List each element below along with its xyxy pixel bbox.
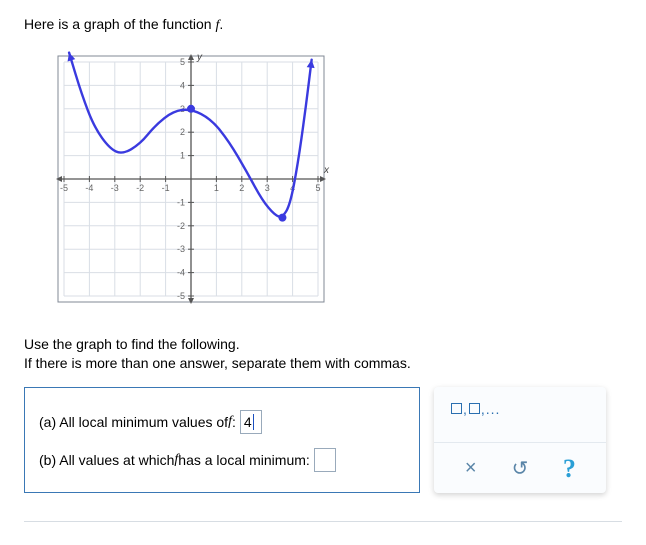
answer-b-input[interactable] xyxy=(314,448,336,472)
svg-text:-2: -2 xyxy=(177,221,185,231)
intro-text: Here is a graph of the function f. xyxy=(24,16,622,34)
placeholder-box-icon xyxy=(451,403,462,414)
comma-hint: ,... xyxy=(481,401,501,417)
question-b: (b) All values at which f has a local mi… xyxy=(39,448,405,472)
intro-prefix: Here is a graph of the function xyxy=(24,16,215,32)
svg-text:x: x xyxy=(323,165,330,176)
answer-a-input[interactable]: 4 xyxy=(240,410,262,434)
svg-text:-3: -3 xyxy=(177,244,185,254)
svg-text:3: 3 xyxy=(265,183,270,193)
svg-text:-2: -2 xyxy=(136,183,144,193)
qa-b-suffix: has a local minimum: xyxy=(178,452,310,468)
svg-text:-5: -5 xyxy=(177,291,185,301)
intro-suffix: . xyxy=(219,16,223,32)
svg-text:-5: -5 xyxy=(60,183,68,193)
x-icon: × xyxy=(465,457,477,480)
qa-b-prefix: (b) All values at which xyxy=(39,452,174,468)
svg-text:1: 1 xyxy=(180,151,185,161)
instructions: Use the graph to find the following. If … xyxy=(24,335,622,373)
instructions-line2: If there is more than one answer, separa… xyxy=(24,354,622,373)
svg-text:2: 2 xyxy=(239,183,244,193)
svg-text:-1: -1 xyxy=(177,197,185,207)
svg-text:5: 5 xyxy=(315,183,320,193)
instructions-line1: Use the graph to find the following. xyxy=(24,335,622,354)
svg-text:2: 2 xyxy=(180,127,185,137)
qa-a-prefix: (a) All local minimum values of xyxy=(39,414,228,430)
svg-text:-4: -4 xyxy=(177,268,185,278)
tool-panel: ,,... × ↺ ? xyxy=(434,387,606,493)
help-button[interactable]: ? xyxy=(555,455,583,483)
question-a: (a) All local minimum values of f : 4 xyxy=(39,410,405,434)
svg-text:-4: -4 xyxy=(85,183,93,193)
svg-text:5: 5 xyxy=(180,57,185,67)
svg-text:1: 1 xyxy=(214,183,219,193)
placeholder-box-icon xyxy=(469,403,480,414)
answer-a-value: 4 xyxy=(244,414,252,430)
graph: -5-4-3-2-112345-5-4-3-2-112345xy xyxy=(46,44,622,317)
help-icon: ? xyxy=(563,454,576,484)
svg-text:-3: -3 xyxy=(111,183,119,193)
question-box: (a) All local minimum values of f : 4 (b… xyxy=(24,387,420,493)
comma-separate-button[interactable]: ,,... xyxy=(450,401,500,417)
reset-icon: ↺ xyxy=(512,456,529,481)
svg-text:4: 4 xyxy=(180,80,185,90)
svg-text:-1: -1 xyxy=(162,183,170,193)
svg-text:y: y xyxy=(196,52,203,63)
qa-a-suffix: : xyxy=(232,414,236,430)
clear-button[interactable]: × xyxy=(457,455,485,483)
divider xyxy=(24,521,622,522)
reset-button[interactable]: ↺ xyxy=(506,455,534,483)
